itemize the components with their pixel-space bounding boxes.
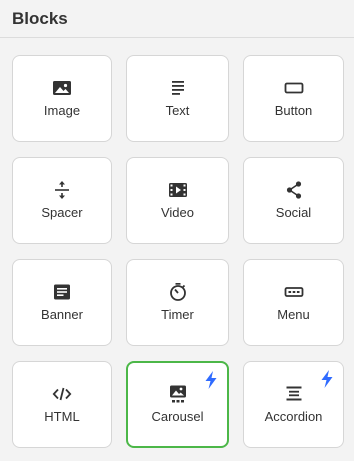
share-icon	[284, 180, 304, 200]
block-label: Timer	[161, 306, 194, 322]
block-label: Video	[160, 204, 194, 220]
bolt-icon	[320, 370, 334, 388]
spacer-icon	[52, 180, 72, 200]
block-html[interactable]: HTML	[12, 361, 112, 448]
block-banner[interactable]: Banner	[12, 259, 112, 346]
blocks-panel: Blocks Image Text Button Spacer Video So…	[0, 0, 354, 461]
block-label: Carousel	[151, 408, 204, 424]
carousel-icon	[168, 384, 188, 404]
block-label: Image	[43, 102, 81, 118]
accordion-icon	[284, 384, 304, 404]
block-button[interactable]: Button	[243, 55, 344, 142]
block-label: Accordion	[264, 408, 323, 424]
timer-icon	[168, 282, 188, 302]
image-icon	[52, 78, 72, 98]
blocks-grid: Image Text Button Spacer Video Social Ba…	[12, 55, 344, 448]
bolt-icon	[204, 371, 218, 389]
code-icon	[52, 384, 72, 404]
block-text[interactable]: Text	[126, 55, 229, 142]
block-label: Spacer	[41, 204, 83, 220]
block-carousel[interactable]: Carousel	[126, 361, 229, 448]
block-spacer[interactable]: Spacer	[12, 157, 112, 244]
block-social[interactable]: Social	[243, 157, 344, 244]
block-image[interactable]: Image	[12, 55, 112, 142]
block-label: Banner	[41, 306, 83, 322]
block-video[interactable]: Video	[126, 157, 229, 244]
panel-header: Blocks	[0, 0, 354, 38]
block-label: Social	[275, 204, 312, 220]
block-menu[interactable]: Menu	[243, 259, 344, 346]
block-label: Text	[165, 102, 190, 118]
block-accordion[interactable]: Accordion	[243, 361, 344, 448]
block-label: Menu	[277, 306, 310, 322]
block-timer[interactable]: Timer	[126, 259, 229, 346]
block-label: Button	[274, 102, 313, 118]
video-icon	[168, 180, 188, 200]
block-label: HTML	[44, 408, 80, 424]
button-icon	[284, 78, 304, 98]
menu-icon	[284, 282, 304, 302]
text-icon	[168, 78, 188, 98]
banner-icon	[52, 282, 72, 302]
panel-title: Blocks	[12, 8, 68, 28]
